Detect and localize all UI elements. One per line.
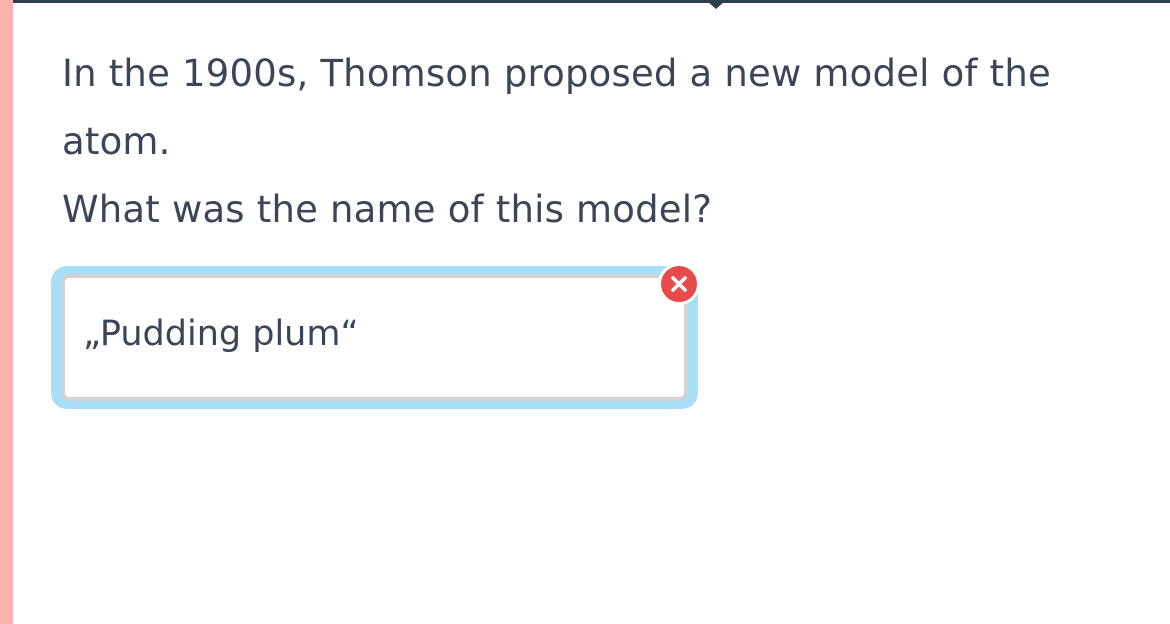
- incorrect-badge: [658, 263, 700, 305]
- top-divider: [13, 0, 1170, 3]
- question-line-1: In the 1900s, Thomson proposed a new mod…: [62, 52, 1051, 163]
- answer-card[interactable]: „Pudding plum“: [61, 274, 688, 401]
- answer-text: „Pudding plum“: [83, 313, 359, 354]
- question-text: In the 1900s, Thomson proposed a new mod…: [62, 40, 1152, 244]
- top-notch-indicator: [708, 2, 724, 9]
- close-icon: [671, 276, 687, 292]
- answer-option[interactable]: „Pudding plum“: [51, 266, 698, 409]
- progress-side-strip: [0, 0, 13, 624]
- question-line-2: What was the name of this model?: [62, 188, 713, 231]
